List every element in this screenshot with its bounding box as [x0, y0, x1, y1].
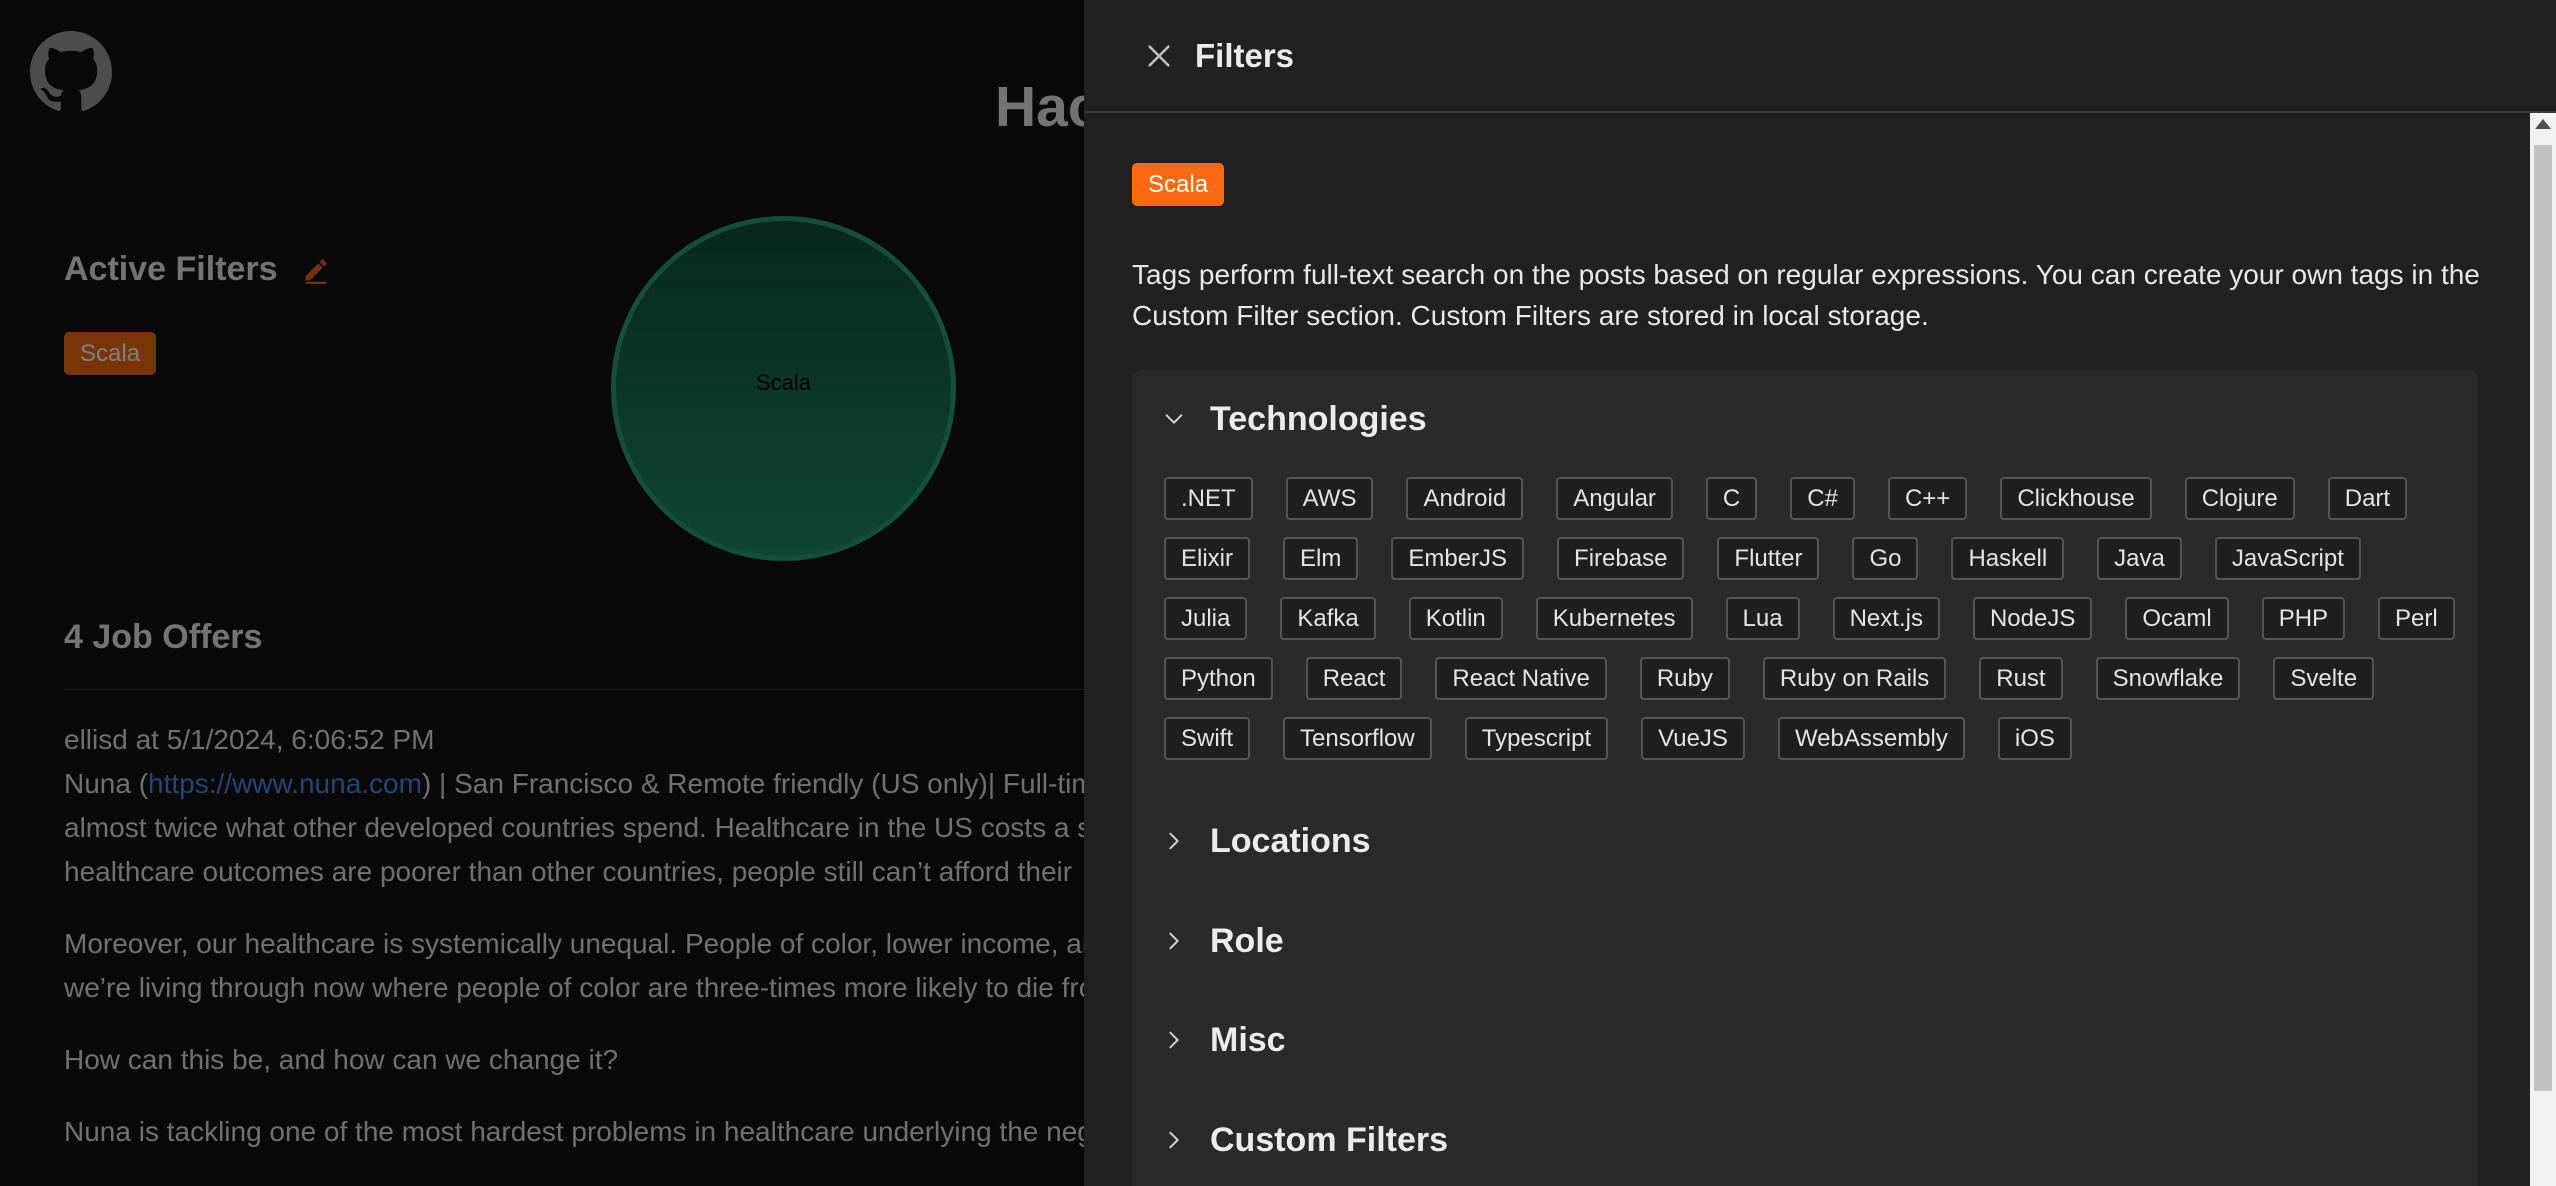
tag-chip[interactable]: Clickhouse — [2000, 477, 2152, 520]
tag-chip[interactable]: Swift — [1164, 717, 1251, 760]
tag-row: Julia Kafka Kotlin Kubernetes Lua Next.j… — [1164, 597, 2464, 657]
tag-chip[interactable]: React — [1305, 657, 1403, 700]
chevron-right-icon — [1162, 1128, 1186, 1152]
section-technologies: Technologies — [1132, 394, 2478, 444]
tag-chip[interactable]: Clojure — [2184, 477, 2295, 520]
tag-chip[interactable]: C++ — [1887, 477, 1968, 520]
section-title: Locations — [1210, 821, 1371, 860]
chevron-right-icon — [1162, 1028, 1186, 1052]
tag-chip[interactable]: Kafka — [1280, 597, 1376, 640]
tag-chip[interactable]: Julia — [1164, 597, 1248, 640]
tag-chip[interactable]: Java — [2097, 537, 2182, 580]
drawer-title: Filters — [1195, 36, 1295, 74]
tag-chip[interactable]: Snowflake — [2095, 657, 2241, 700]
section-title: Technologies — [1210, 399, 1427, 438]
tag-chip[interactable]: Android — [1406, 477, 1524, 520]
tag-chip[interactable]: Kotlin — [1408, 597, 1503, 640]
scroll-up-arrow-icon[interactable] — [2535, 119, 2551, 129]
chevron-down-icon — [1162, 407, 1186, 431]
tag-chip[interactable]: React Native — [1435, 657, 1607, 700]
tag-chip[interactable]: C — [1705, 477, 1758, 520]
section-header-role[interactable]: Role — [1132, 916, 2478, 966]
selected-filter-tag[interactable]: Scala — [1132, 163, 1225, 206]
tag-chip[interactable]: C# — [1790, 477, 1855, 520]
scrollbar-thumb[interactable] — [2534, 145, 2552, 1091]
tag-chip[interactable]: Elm — [1283, 537, 1359, 580]
section-header-custom-filters[interactable]: Custom Filters — [1132, 1115, 2478, 1165]
section-misc: Misc — [1132, 1015, 2478, 1065]
tag-chip[interactable]: AWS — [1285, 477, 1374, 520]
tag-chip[interactable]: Tensorflow — [1283, 717, 1432, 760]
close-icon — [1148, 44, 1170, 67]
tag-row: Python React React Native Ruby Ruby on R… — [1164, 657, 2464, 717]
tag-chip[interactable]: Dart — [2327, 477, 2408, 520]
tag-chip[interactable]: Ocaml — [2125, 597, 2229, 640]
tag-chip[interactable]: PHP — [2261, 597, 2346, 640]
tag-chip[interactable]: Elixir — [1164, 537, 1250, 580]
drawer-header: Filters — [1084, 0, 2556, 113]
tag-row: .NET AWS Android Angular C C# C++ Clickh… — [1164, 477, 2464, 537]
section-role: Role — [1132, 916, 2478, 966]
scrollbar[interactable] — [2530, 113, 2556, 1186]
modal-backdrop[interactable] — [0, 0, 1084, 1186]
tag-chip[interactable]: Lua — [1725, 597, 1800, 640]
tag-chip[interactable]: Kubernetes — [1535, 597, 1693, 640]
tag-chip[interactable]: .NET — [1164, 477, 1253, 520]
tag-chip[interactable]: WebAssembly — [1777, 717, 1965, 760]
section-title: Custom Filters — [1210, 1120, 1449, 1159]
tag-chip[interactable]: Ruby on Rails — [1762, 657, 1947, 700]
section-title: Misc — [1210, 1020, 1286, 1059]
section-header-locations[interactable]: Locations — [1132, 816, 2478, 866]
section-header-misc[interactable]: Misc — [1132, 1015, 2478, 1065]
filter-accordion: Technologies .NET AWS Android Angular C … — [1132, 370, 2478, 1186]
section-locations: Locations — [1132, 816, 2478, 866]
tag-row: Swift Tensorflow Typescript VueJS WebAss… — [1164, 717, 2464, 777]
tag-chip[interactable]: Angular — [1556, 477, 1673, 520]
tag-chip[interactable]: JavaScript — [2214, 537, 2361, 580]
tag-chip[interactable]: Rust — [1979, 657, 2063, 700]
section-title: Role — [1210, 921, 1284, 960]
tag-chip[interactable]: Python — [1164, 657, 1273, 700]
tag-row: Elixir Elm EmberJS Firebase Flutter Go H… — [1164, 537, 2464, 597]
tag-chip[interactable]: EmberJS — [1391, 537, 1525, 580]
section-custom-filters: Custom Filters — [1132, 1115, 2478, 1165]
help-text: Tags perform full-text search on the pos… — [1132, 259, 2480, 331]
tag-chip[interactable]: Typescript — [1464, 717, 1609, 760]
tag-chip[interactable]: Firebase — [1557, 537, 1685, 580]
tag-chip[interactable]: NodeJS — [1972, 597, 2093, 640]
tag-chip[interactable]: Go — [1852, 537, 1919, 580]
tag-chip[interactable]: Next.js — [1832, 597, 1940, 640]
drawer-body: Scala Tags perform full-text search on t… — [1132, 163, 2482, 336]
close-button[interactable] — [1139, 36, 1179, 76]
tag-chip[interactable]: Flutter — [1717, 537, 1820, 580]
tag-chip[interactable]: VueJS — [1641, 717, 1745, 760]
section-header-technologies[interactable]: Technologies — [1132, 394, 2478, 444]
tag-chip[interactable]: Perl — [2378, 597, 2455, 640]
tag-chip[interactable]: Haskell — [1951, 537, 2065, 580]
tag-chip[interactable]: Ruby — [1639, 657, 1730, 700]
technology-tags: .NET AWS Android Angular C C# C++ Clickh… — [1164, 477, 2464, 777]
chevron-right-icon — [1162, 829, 1186, 853]
tag-chip[interactable]: Svelte — [2273, 657, 2375, 700]
chevron-right-icon — [1162, 929, 1186, 953]
tag-chip[interactable]: iOS — [1997, 717, 2072, 760]
filters-drawer: Filters Scala Tags perform full-text sea… — [1084, 0, 2556, 1186]
